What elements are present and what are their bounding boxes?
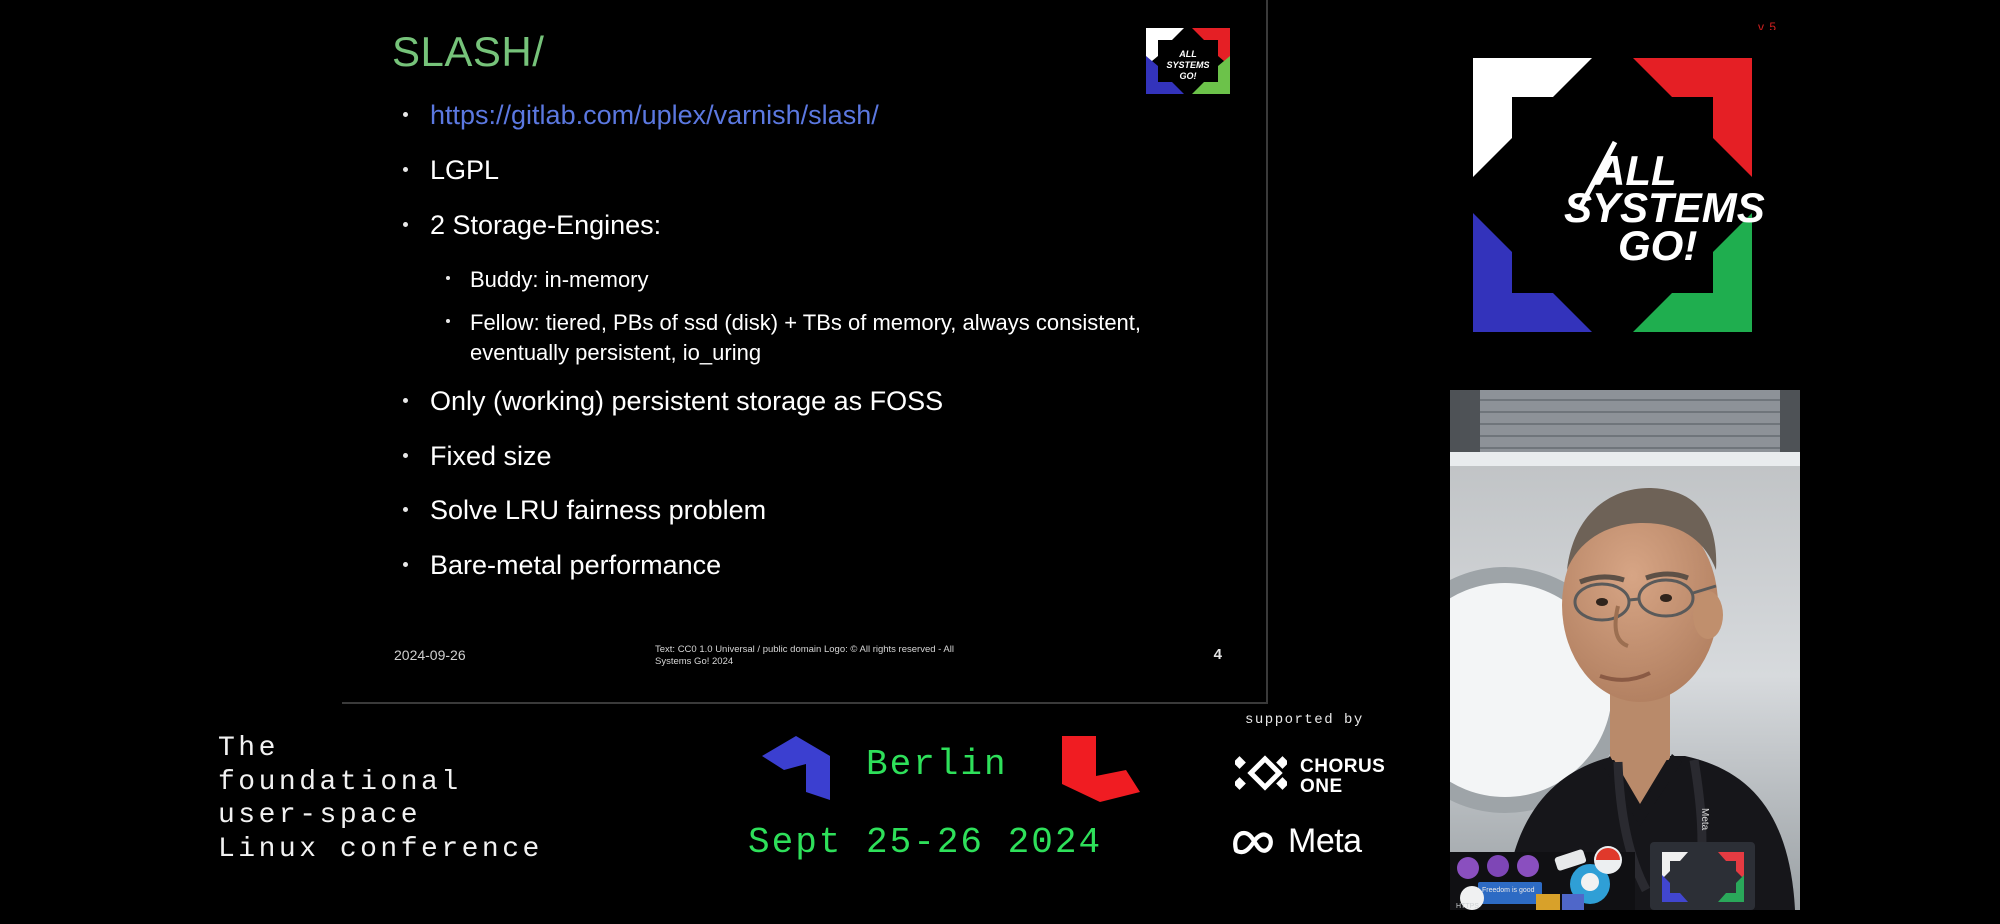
bullet-dot-icon	[446, 275, 450, 280]
bullet-dot-icon	[403, 562, 408, 568]
event-banner: The foundational user-space Linux confer…	[0, 704, 1440, 924]
red-arrow-icon	[1062, 736, 1140, 802]
bullet-dot-icon	[446, 319, 450, 324]
bullet-dot-icon	[403, 221, 408, 227]
bullet-item-foss: Only (working) persistent storage as FOS…	[390, 386, 1230, 418]
bullet-text: Solve LRU fairness problem	[430, 495, 767, 526]
event-tagline: The foundational user-space Linux confer…	[218, 733, 543, 865]
bullet-dot-icon	[403, 112, 408, 117]
bullet-text: 2 Storage-Engines:	[430, 209, 662, 240]
svg-text:Freedom is good: Freedom is good	[1482, 887, 1535, 894]
svg-text:GO!: GO!	[1180, 71, 1197, 81]
sponsor-chorus-one-name: CHORUS ONE	[1300, 756, 1386, 797]
slide-footer: 2024-09-26 Text: CC0 1.0 Universal / pub…	[342, 642, 1266, 682]
meta-infinity-icon	[1233, 830, 1273, 854]
svg-text:Meta: Meta	[1699, 808, 1710, 831]
svg-text:GO!: GO!	[1618, 222, 1697, 269]
bullet-text: Bare-metal performance	[430, 550, 722, 581]
slide-bullet-list: https://gitlab.com/uplex/varnish/slash/ …	[390, 100, 1230, 605]
all-systems-go-logo-large-icon: ALL SYSTEMS GO!	[1440, 30, 1785, 360]
bullet-dot-icon	[403, 452, 408, 458]
speaker-video-frame: Meta Freedom is good HTTPS	[1450, 390, 1800, 910]
sub-bullet-list: Buddy: in-memory Fellow: tiered, PBs of …	[432, 265, 1230, 368]
slide-copyright: Text: CC0 1.0 Universal / public domain …	[655, 644, 954, 667]
slide-panel: SLASH/ ALL SYSTEMS GO! https://gitlab.co…	[342, 0, 1268, 704]
bullet-item-bare-metal: Bare-metal performance	[390, 550, 1230, 582]
event-city-row: Berlin	[756, 734, 1156, 804]
bullet-text: Buddy: in-memory	[470, 266, 649, 292]
slide-page-number: 4	[1213, 646, 1222, 663]
bullet-item-fellow: Fellow: tiered, PBs of ssd (disk) + TBs …	[432, 308, 1230, 367]
bullet-item-lru-fairness: Solve LRU fairness problem	[390, 495, 1230, 527]
blue-arrow-icon	[762, 736, 830, 800]
sponsor-chorus-one[interactable]: CHORUS ONE	[1235, 752, 1385, 802]
event-dates: Sept 25-26 2024	[748, 822, 1103, 863]
bullet-text: https://gitlab.com/uplex/varnish/slash/	[430, 100, 879, 130]
bullet-dot-icon	[403, 166, 408, 172]
supported-by-label: supported by	[1245, 712, 1364, 728]
bullet-text: Fixed size	[430, 440, 552, 471]
svg-text:HTTPS: HTTPS	[1456, 903, 1479, 910]
bullet-item-storage-engines: 2 Storage-Engines:	[390, 210, 1230, 242]
bullet-dot-icon	[403, 397, 408, 403]
bullet-text: LGPL	[430, 154, 500, 185]
bullet-dot-icon	[403, 507, 408, 513]
svg-text:SYSTEMS: SYSTEMS	[1166, 60, 1209, 70]
bullet-text: Fellow: tiered, PBs of ssd (disk) + TBs …	[470, 310, 1142, 365]
sponsor-meta[interactable]: Meta	[1232, 822, 1362, 861]
bullet-text: Only (working) persistent storage as FOS…	[430, 385, 944, 416]
presentation-stream-view: SLASH/ ALL SYSTEMS GO! https://gitlab.co…	[0, 0, 2000, 924]
sponsor-meta-name: Meta	[1288, 822, 1362, 860]
svg-text:ALL: ALL	[1178, 49, 1197, 59]
speaker-video-feed[interactable]: Meta Freedom is good HTTPS	[1450, 390, 1800, 910]
event-city: Berlin	[866, 744, 1008, 785]
bullet-item-url[interactable]: https://gitlab.com/uplex/varnish/slash/	[390, 100, 1230, 132]
all-systems-go-brand-panel: v 5 ALL SYSTEMS GO!	[1440, 8, 1785, 368]
chorus-one-diamond-icon	[1235, 755, 1287, 791]
all-systems-go-logo-icon: ALL SYSTEMS GO!	[1138, 20, 1238, 102]
bullet-item-fixed-size: Fixed size	[390, 441, 1230, 473]
slide-date: 2024-09-26	[394, 647, 466, 663]
bullet-item-buddy: Buddy: in-memory	[432, 265, 1230, 295]
slide-title: SLASH/	[392, 28, 545, 75]
bullet-item-license: LGPL	[390, 155, 1230, 187]
